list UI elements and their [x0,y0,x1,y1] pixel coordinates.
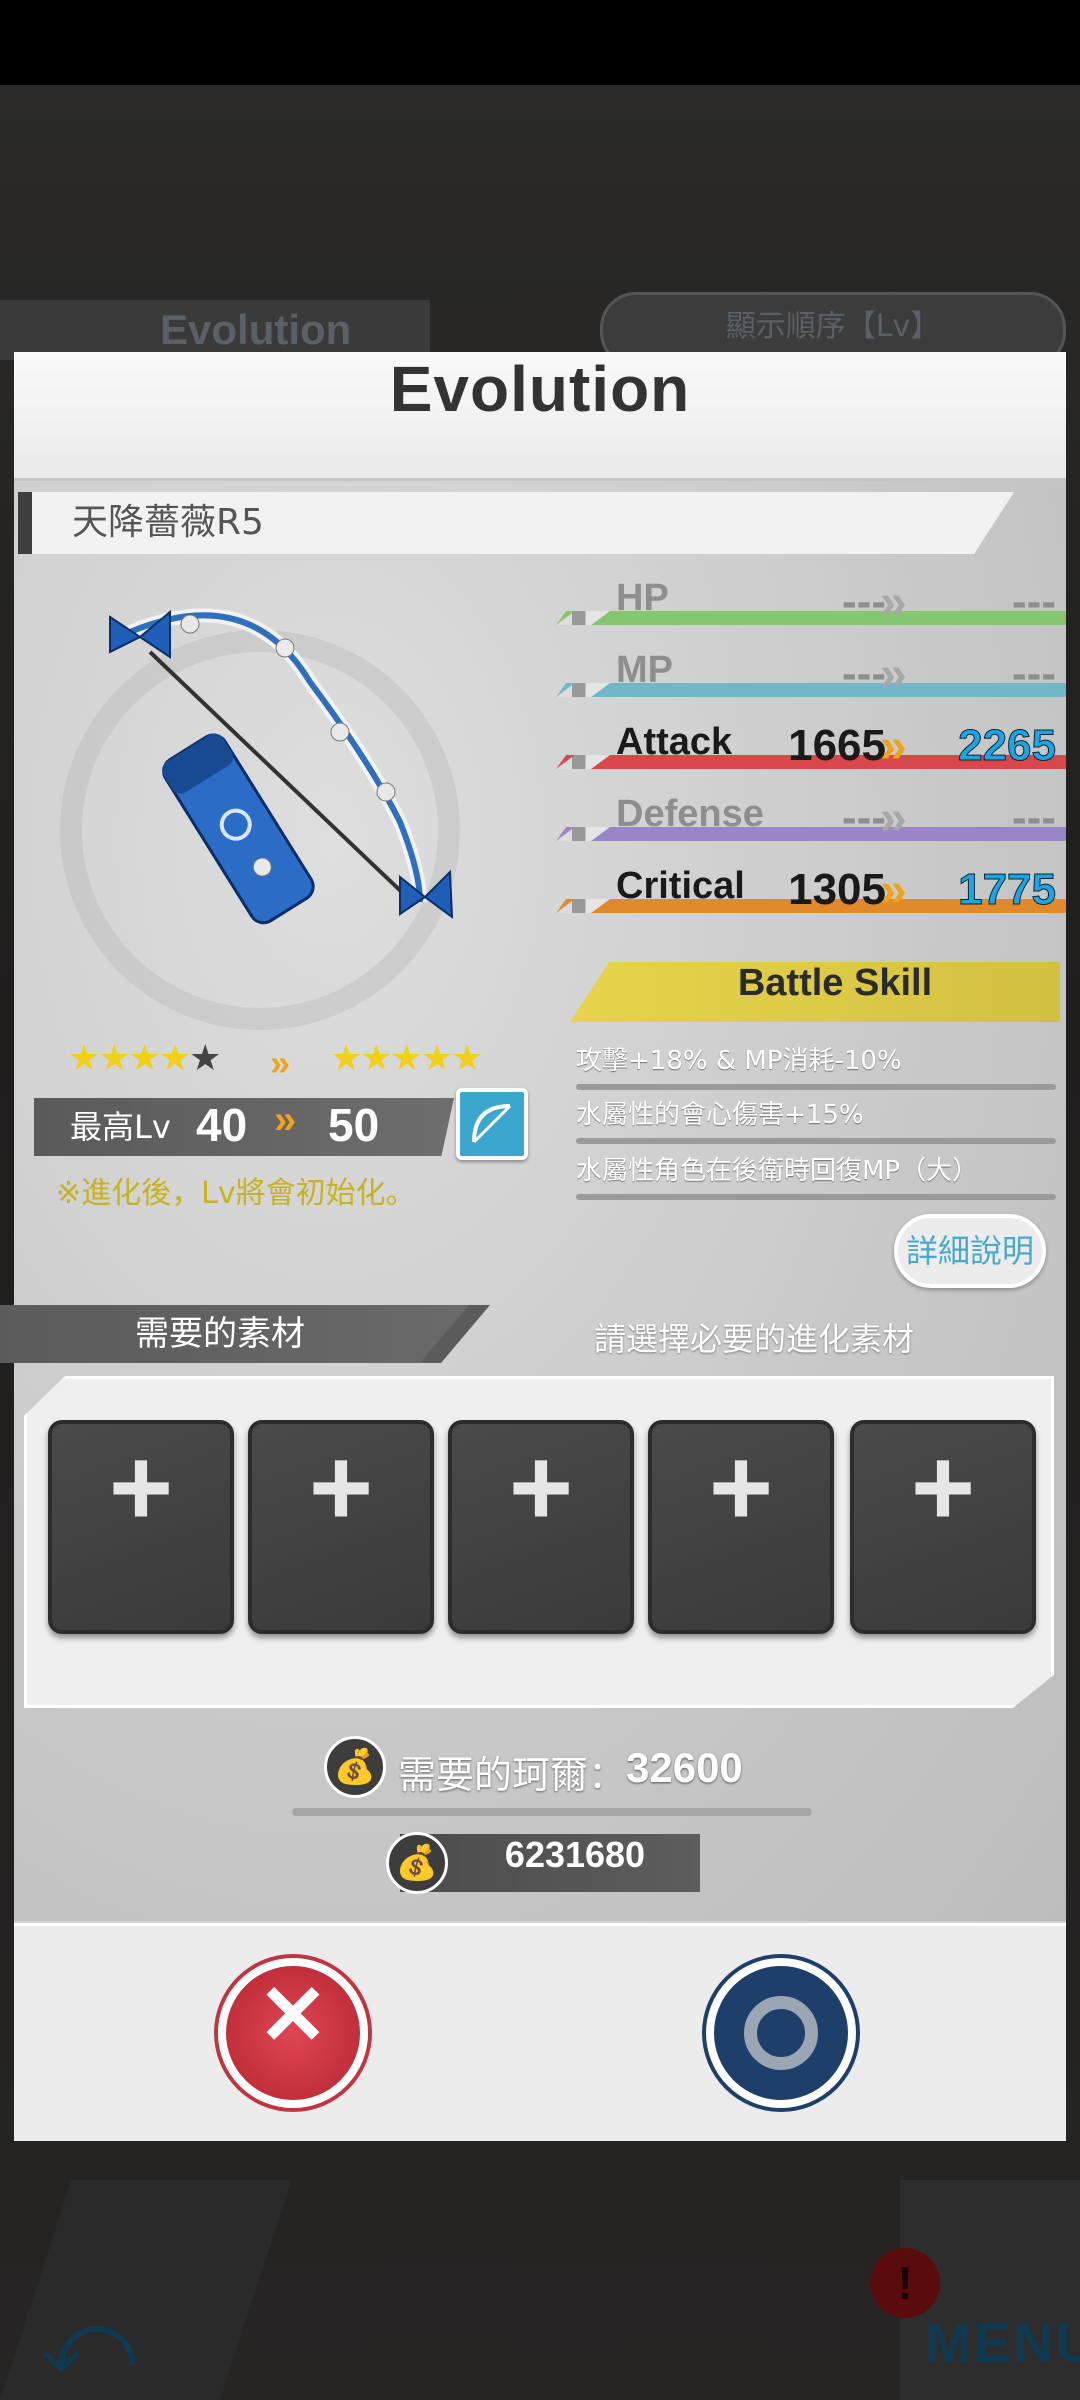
rarity-row: ★★★★★ » ★★★★★ [68,1038,518,1083]
max-level-label: 最高Lv [70,1108,171,1146]
dialog-footer [14,1923,1066,2141]
stat-label: Critical [616,865,745,907]
stat-to: 1775 [958,865,1057,915]
col-balance-value: 6231680 [504,1834,646,1875]
material-slot-5[interactable]: + [850,1420,1036,1634]
plus-icon: + [108,1426,174,1549]
battle-skill-title: Battle Skill [737,962,933,1004]
menu-label: MENU [925,2311,1080,2374]
skill-line: 水屬性的會心傷害+15% [576,1100,864,1130]
stat-hp: HP --- » --- [556,575,1066,635]
cost-divider [292,1808,812,1816]
stat-critical: Critical 1305 » 1775 [556,863,1066,923]
stat-defense: Defense --- » --- [556,791,1066,851]
item-name: 天降薔薇R5 [72,502,264,543]
stat-arrow-icon: » [880,720,907,773]
stat-label: Defense [616,793,764,835]
plus-icon: + [910,1426,976,1549]
materials-tab-label: 需要的素材 [135,1314,305,1354]
stat-from: 1305 [788,865,886,914]
plus-icon: + [708,1426,774,1549]
cancel-button[interactable]: ✕ [218,1958,368,2108]
stat-mp: MP --- » --- [556,647,1066,707]
details-button[interactable]: 詳細說明 [894,1214,1046,1288]
stat-label: HP [616,577,669,619]
material-slot-4[interactable]: + [648,1420,834,1634]
stat-to: --- [1012,793,1056,842]
material-slot-2[interactable]: + [248,1420,434,1634]
stat-label: Attack [616,721,733,763]
stat-label: MP [616,649,673,691]
skill-divider [576,1138,1056,1144]
confirm-button[interactable] [706,1958,856,2108]
level-arrow-icon: » [274,1098,297,1142]
stat-arrow-icon: » [880,792,907,845]
rarity-arrow-icon: » [270,1042,291,1083]
material-slot-1[interactable]: + [48,1420,234,1634]
back-arrow-icon: ⤺ [40,2290,137,2395]
rarity-before: ★★★★★ [68,1038,221,1079]
close-icon: ✕ [257,1968,329,2062]
materials-hint: 請選擇必要的進化素材 [594,1320,915,1358]
stat-to: --- [1012,649,1056,698]
required-col-value: 32600 [626,1744,743,1791]
rarity-after: ★★★★★ [330,1038,483,1079]
alert-badge: ! [870,2248,940,2318]
balance-money-bag-icon: 💰 [386,1832,448,1894]
stat-from: --- [842,649,886,698]
stat-from: 1665 [788,721,886,770]
max-level-from: 40 [196,1099,248,1151]
plus-icon: + [508,1426,574,1549]
status-bar [0,0,1080,85]
stat-to: 2265 [958,721,1057,771]
skill-divider [576,1194,1056,1200]
background-evolution-tab: Evolution [0,300,430,360]
level-reset-warning: ※進化後，Lv將會初始化。 [56,1176,416,1211]
stat-arrow-icon: » [880,648,907,701]
confirm-circle-icon [744,1996,818,2070]
max-level-to: 50 [328,1099,380,1151]
col-money-bag-icon: 💰 [324,1736,386,1798]
max-level-bar: 最高Lv 40 » 50 [34,1098,454,1156]
stat-arrow-icon: » [880,576,907,629]
bow-glyph-icon [472,1104,512,1144]
bow-type-icon[interactable] [456,1088,528,1160]
plus-icon: + [308,1426,374,1549]
stat-from: --- [842,793,886,842]
battle-skill-header: Battle Skill [570,962,1060,1022]
bow-item-image [109,608,454,925]
stat-arrow-icon: » [880,864,907,917]
materials-tab: 需要的素材 [0,1305,470,1363]
skill-divider [576,1084,1056,1090]
required-col-label: 需要的珂爾： [398,1753,627,1797]
stat-attack: Attack 1665 » 2265 [556,719,1066,779]
skill-line: 攻擊+18% & MP消耗-10% [576,1046,902,1076]
stat-to: --- [1012,577,1056,626]
material-slot-3[interactable]: + [448,1420,634,1634]
stat-from: --- [842,577,886,626]
item-name-bar: 天降薔薇R5 [18,492,1014,554]
skill-line: 水屬性角色在後衛時回復MP（大） [576,1156,979,1186]
dialog-title: Evolution [14,352,1066,481]
